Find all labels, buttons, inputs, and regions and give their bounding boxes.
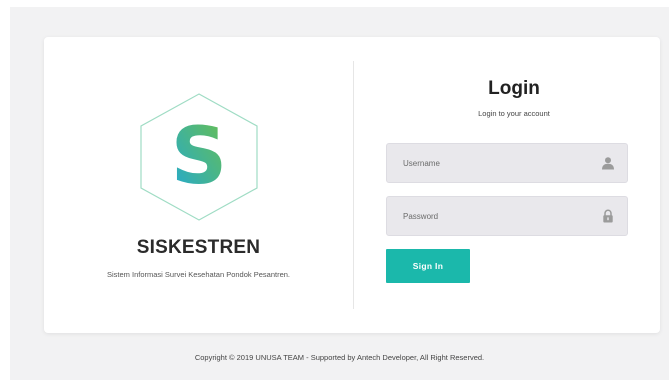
app-tagline: Sistem Informasi Survei Kesehatan Pondok…: [106, 270, 290, 279]
user-icon: [601, 156, 615, 170]
app-name: SISKESTREN: [136, 237, 261, 258]
login-card: S SISKESTREN Sistem Informasi Survei Kes…: [44, 37, 660, 333]
lock-icon: [601, 209, 615, 223]
logo-letter: S: [171, 112, 227, 202]
login-title: Login: [488, 78, 540, 99]
sign-in-button[interactable]: Sign In: [386, 249, 470, 283]
login-subtitle: Login to your account: [478, 109, 550, 118]
footer-copyright: Copyright © 2019 UNUSA TEAM - Supported …: [194, 353, 485, 362]
password-field[interactable]: [386, 196, 628, 236]
hexagon-logo-icon: S: [140, 93, 258, 221]
brand-panel: S SISKESTREN Sistem Informasi Survei Kes…: [44, 37, 353, 333]
login-panel: Login Login to your account Sign In: [354, 37, 660, 333]
username-field[interactable]: [386, 143, 628, 183]
username-input[interactable]: [387, 144, 587, 182]
password-input[interactable]: [387, 197, 587, 235]
app-logo: S: [136, 91, 262, 223]
